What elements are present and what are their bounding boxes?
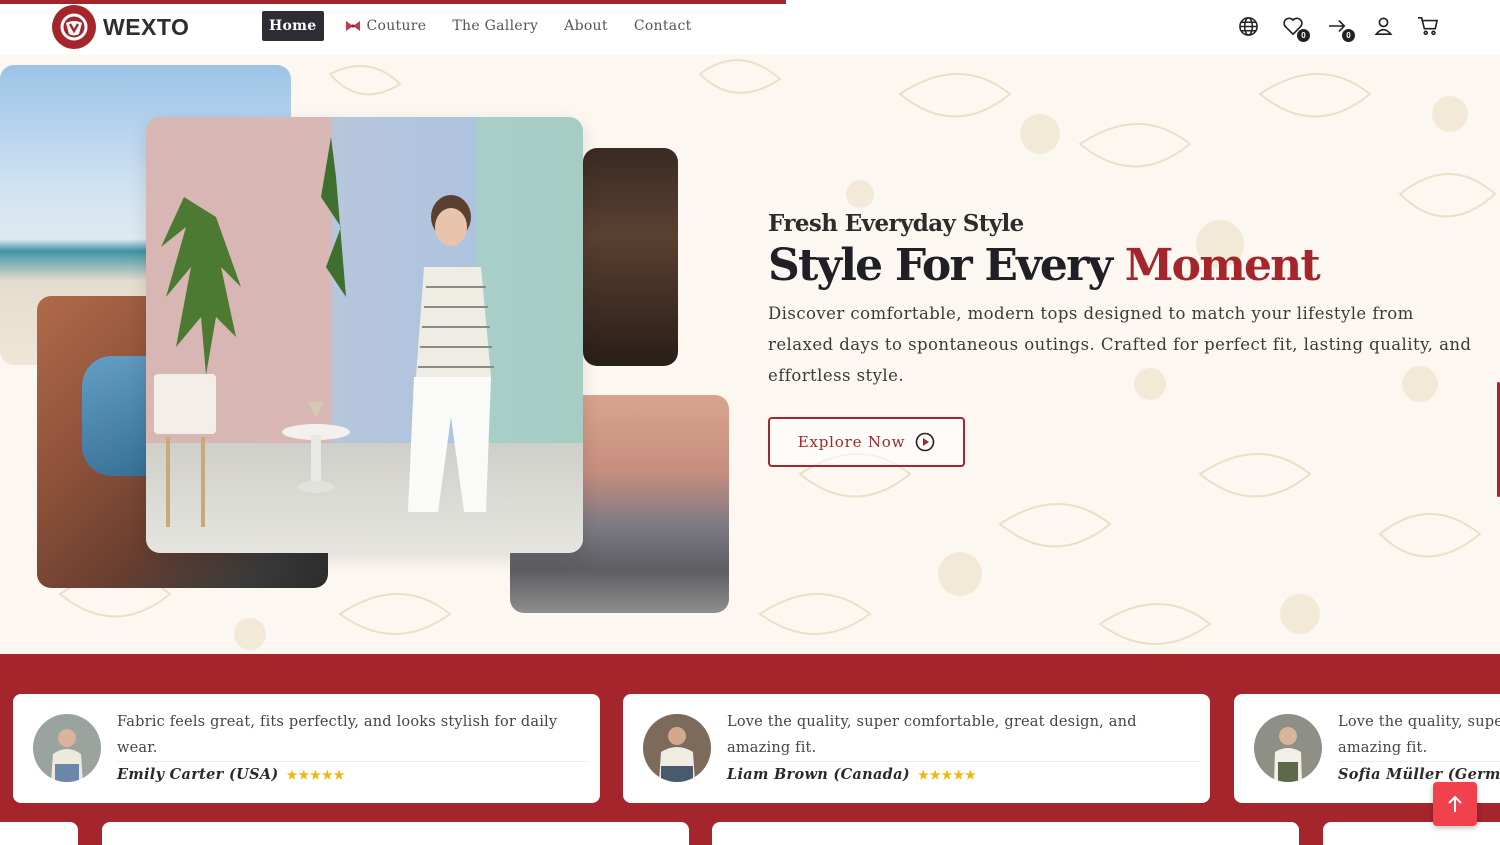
nav-couture[interactable]: Couture [345,11,427,41]
globe-icon[interactable] [1236,14,1260,38]
testimonial-quote: Love the quality, super comfortable, gre… [727,714,1137,756]
cafe-photo [583,148,678,366]
main-model-photo [146,117,583,553]
hero-title-main: Style For Every [768,240,1125,291]
explore-now-button[interactable]: Explore Now [768,417,965,467]
nav-home[interactable]: Home [262,11,324,41]
testimonial-author: Emily Carter (USA) ★★★★★ [117,766,345,783]
wishlist-button[interactable]: 0 [1281,14,1310,42]
back-to-top-button[interactable] [1433,782,1477,826]
hero-section: Fresh Everyday Style Style For Every Mom… [0,54,1500,654]
bow-icon [345,20,361,32]
author-name: Liam Brown (Canada) [727,766,910,783]
brand-name: WEXTO [103,13,190,40]
author-name: Emily Carter (USA) [117,766,279,783]
hero-title: Style For Every Moment [768,240,1488,292]
testimonial-author: Sofia Müller (Germany) ★★★★★ [1338,766,1500,783]
hero-title-accent: Moment [1124,240,1321,291]
testimonial-card: Love the quality, super comfortable, gre… [623,694,1210,803]
cart-icon[interactable] [1416,14,1440,38]
explore-now-label: Explore Now [797,433,906,451]
testimonial-author: Liam Brown (Canada) ★★★★★ [727,766,977,783]
hero-description: Discover comfortable, modern tops design… [768,303,1472,385]
wishlist-count-badge: 0 [1297,29,1310,42]
brand-logo[interactable]: WEXTO [52,5,189,49]
user-icon[interactable] [1371,14,1395,38]
testimonial-quote: Fabric feels great, fits perfectly, and … [117,714,558,756]
compare-count-badge: 0 [1342,29,1355,42]
testimonial-quote: Love the quality, super comfortable, gre… [1338,714,1500,756]
testimonial-card-partial [712,822,1299,845]
hero-kicker: Fresh Everyday Style [768,210,1024,237]
arrow-up-icon [1446,794,1464,814]
nav-couture-label: Couture [366,18,427,34]
author-name: Sofia Müller (Germany) [1338,766,1500,783]
hero-content: Fresh Everyday Style Style For Every Mom… [768,210,1488,467]
testimonial-card-partial [102,822,689,845]
site-header: WEXTO Home Couture The Gallery About Con… [0,0,1500,54]
testimonial-card-partial [0,822,78,845]
main-nav: Home Couture The Gallery About Contact [262,11,718,41]
nav-about[interactable]: About [564,11,608,41]
logo-icon [52,5,96,49]
rating-stars: ★★★★★ [286,767,346,782]
avatar [33,714,101,782]
testimonial-card: Fabric feels great, fits perfectly, and … [13,694,600,803]
scroll-progress-bar [0,0,786,4]
avatar [1254,714,1322,782]
header-actions: 0 0 [1236,14,1461,42]
nav-gallery[interactable]: The Gallery [452,11,538,41]
compare-button[interactable]: 0 [1326,14,1355,42]
testimonials-section: Fabric feels great, fits perfectly, and … [0,654,1500,845]
rating-stars: ★★★★★ [917,767,977,782]
avatar [643,714,711,782]
play-circle-icon [915,432,935,452]
nav-contact[interactable]: Contact [634,11,692,41]
